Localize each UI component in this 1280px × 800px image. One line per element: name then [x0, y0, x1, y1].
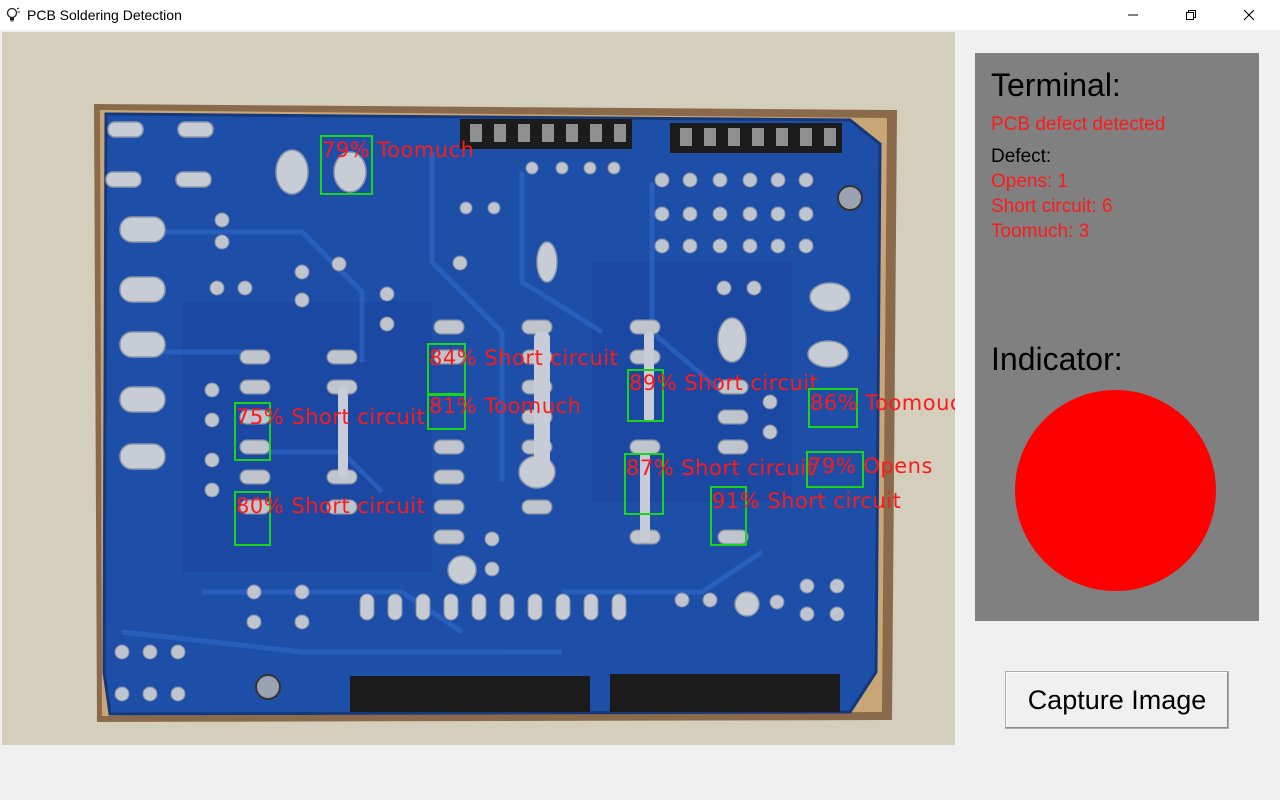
close-button[interactable]: [1220, 0, 1278, 30]
lightbulb-icon: [5, 7, 21, 23]
detection-label: 87% Short circuit: [626, 456, 816, 480]
minimize-button[interactable]: [1104, 0, 1162, 30]
camera-view: 79% Toomuch 84% Short circuit 81% Toomuc…: [2, 32, 955, 745]
terminal-heading: Terminal:: [991, 67, 1121, 103]
minimize-icon: [1128, 14, 1138, 16]
restore-button[interactable]: [1162, 0, 1220, 30]
defect-heading: Defect:: [991, 146, 1052, 167]
detection-label: 79% Opens: [808, 454, 933, 478]
status-text: PCB defect detected: [991, 114, 1166, 135]
capture-image-button[interactable]: Capture Image: [1005, 671, 1229, 729]
window-title: PCB Soldering Detection: [27, 7, 182, 23]
restore-icon: [1186, 10, 1196, 20]
detection-label: 79% Toomuch: [322, 138, 475, 162]
detection-label: 84% Short circuit: [429, 346, 619, 370]
detection-label: 91% Short circuit: [712, 489, 902, 513]
detection-label: 81% Toomuch: [429, 394, 582, 418]
detection-label: 86% Toomouc: [810, 391, 955, 415]
detection-label: 89% Short circuit: [629, 371, 819, 395]
detection-label: 75% Short circuit: [236, 405, 426, 429]
indicator-heading: Indicator:: [991, 341, 1123, 377]
defect-count-toomuch: Toomuch: 3: [991, 221, 1090, 242]
title-bar: PCB Soldering Detection: [0, 0, 1280, 30]
defect-count-short-circuit: Short circuit: 6: [991, 196, 1113, 217]
defect-count-opens: Opens: 1: [991, 171, 1069, 192]
close-icon: [1243, 9, 1255, 21]
indicator-light: [1015, 390, 1216, 591]
terminal-panel: Terminal: PCB defect detected Defect: Op…: [975, 53, 1259, 621]
detection-label: 80% Short circuit: [236, 494, 426, 518]
